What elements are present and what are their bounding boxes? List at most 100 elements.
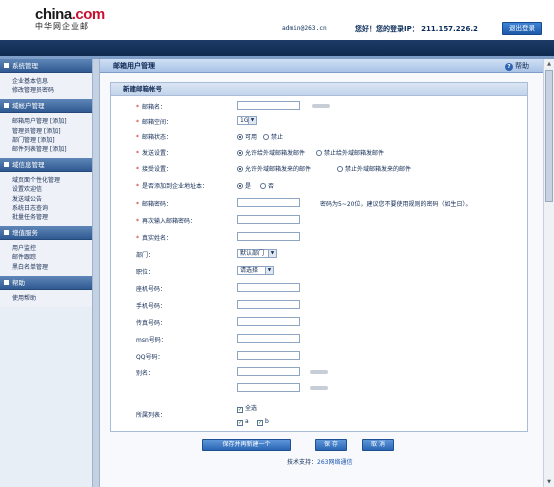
cancel-button[interactable]: 取 消	[362, 439, 394, 451]
fax-input[interactable]	[237, 317, 300, 326]
position-select[interactable]: 请选择 ▼	[237, 266, 274, 275]
row-fax: 传真号码：	[111, 316, 527, 328]
domain-suffix-redacted	[312, 104, 330, 108]
addressbook-yes-radio[interactable]: 是	[237, 181, 251, 190]
list-a-checkbox[interactable]: ✓ a	[237, 418, 249, 426]
row-send-setting: * 发送设置： 允许给外域邮箱发邮件 禁止给外域邮箱发邮件	[136, 148, 385, 157]
logo-subtitle: 中华网企业邮	[35, 22, 89, 31]
top-header: china.com 中华网企业邮 admin@263.cn 您好！您的登录IP：…	[0, 0, 554, 40]
sidebar-item-batch-tasks[interactable]: 批量任务管理	[12, 213, 92, 222]
sidebar-section-header[interactable]: 帮助	[0, 275, 92, 290]
password-confirm-input[interactable]	[237, 215, 300, 224]
select-all-checkbox[interactable]: ✓ 全选	[237, 403, 257, 413]
china-com-logo[interactable]: china.com 中华网企业邮	[35, 7, 105, 32]
qq-input[interactable]	[237, 351, 300, 360]
receive-deny-radio[interactable]: 禁止外域邮箱发来的邮件	[337, 164, 411, 173]
sidebar-section-header[interactable]: 增值服务	[0, 226, 92, 241]
square-icon	[4, 162, 9, 168]
sidebar-section-header[interactable]: 域信息管理	[0, 158, 92, 173]
password-input[interactable]	[237, 198, 300, 207]
sidebar-item-mail-lists[interactable]: 邮件列表管理 [添加]	[12, 145, 92, 154]
department-select[interactable]: 默认部门 ▼	[237, 249, 277, 258]
row-mailbox-status: * 邮箱状态： 可用 禁止	[136, 132, 284, 141]
sidebar-item-mail-tracking[interactable]: 邮件跟踪	[12, 253, 92, 262]
login-ip-greeting: 您好！您的登录IP： 211.157.226.2	[355, 25, 478, 33]
header-band	[0, 40, 554, 56]
logout-button[interactable]: 退出登录	[502, 22, 542, 35]
sidebar: 系统管理 企业基本信息 修改管理员密码 域帐户管理 邮箱用户管理 [添加] 管理…	[0, 59, 92, 487]
sidebar-item-domain-notice[interactable]: 发送域公告	[12, 195, 92, 204]
list-b-checkbox[interactable]: ✓ b	[257, 418, 269, 426]
radio-icon	[316, 150, 322, 156]
sidebar-section-domain-info: 域信息管理 域页面个性化管理 设置欢迎信 发送域公告 系统日志查询 批量任务管理	[0, 158, 92, 227]
sidebar-item-black-white-list[interactable]: 黑白名单管理	[12, 263, 92, 272]
status-enabled-radio[interactable]: 可用	[237, 132, 257, 141]
radio-icon	[337, 166, 343, 172]
mailbox-name-input[interactable]	[237, 101, 300, 110]
row-mailbox-name: * 邮箱名：	[111, 100, 527, 112]
msn-input[interactable]	[237, 334, 300, 343]
sidebar-item-change-admin-password[interactable]: 修改管理员密码	[12, 86, 92, 95]
new-mailbox-form: 新建邮箱帐号 * 邮箱名： * 邮箱空间： 1G ▼ * 邮箱状态： 可用 禁止 * 发送…	[110, 82, 528, 432]
sidebar-section-value-added: 增值服务 用户监控 邮件跟踪 黑白名单管理	[0, 226, 92, 276]
sidebar-section-header[interactable]: 系统管理	[0, 59, 92, 73]
sidebar-item-departments[interactable]: 部门管理 [添加]	[12, 136, 92, 145]
scroll-up-icon[interactable]: ▲	[545, 60, 553, 68]
mobile-input[interactable]	[237, 300, 300, 309]
row-password: * 邮箱密码： 密码为5~20位，建议您不要使用规则的密码（如生日）。	[111, 197, 527, 209]
alias-input-2[interactable]	[237, 383, 300, 392]
form-title: 新建邮箱帐号	[111, 83, 527, 96]
row-department: 部门： 默认部门 ▼	[111, 248, 527, 260]
sidebar-section-accounts: 域帐户管理 邮箱用户管理 [添加] 管理员管理 [添加] 部门管理 [添加] 邮…	[0, 99, 92, 159]
row-receive-setting: * 接受设置： 允许外域邮箱发来的邮件 禁止外域邮箱发来的邮件	[136, 164, 412, 173]
checkmark-icon: ✓	[257, 420, 263, 426]
row-addressbook: * 是否添加到企业地址本： 是 否	[136, 181, 275, 190]
row-position: 职位： 请选择 ▼	[111, 265, 527, 277]
sidebar-item-mailbox-users[interactable]: 邮箱用户管理 [添加]	[12, 117, 92, 126]
alias-input-1[interactable]	[237, 367, 300, 376]
page-title: 邮箱用户管理	[113, 62, 155, 70]
sidebar-item-help[interactable]: 使用帮助	[12, 294, 92, 303]
checkmark-icon: ✓	[237, 407, 243, 413]
help-link[interactable]: ? 帮助	[505, 59, 529, 73]
row-mailbox-space: * 邮箱空间： 1G ▼	[111, 115, 527, 127]
row-real-name: * 真实姓名：	[111, 231, 527, 243]
radio-icon	[260, 183, 266, 189]
form-buttons: 保存并再新建一个 保 存 取 消	[202, 439, 542, 451]
row-mobile: 手机号码：	[111, 299, 527, 311]
square-icon	[4, 279, 9, 285]
radio-icon	[263, 134, 269, 140]
sidebar-item-page-customization[interactable]: 域页面个性化管理	[12, 176, 92, 185]
receive-allow-radio[interactable]: 允许外域邮箱发来的邮件	[237, 164, 311, 173]
addressbook-no-radio[interactable]: 否	[260, 181, 274, 190]
sidebar-section-system: 系统管理 企业基本信息 修改管理员密码	[0, 59, 92, 100]
user-email: admin@263.cn	[282, 25, 327, 32]
status-disabled-radio[interactable]: 禁止	[263, 132, 283, 141]
sidebar-splitter[interactable]	[92, 59, 100, 487]
save-and-new-button[interactable]: 保存并再新建一个	[202, 439, 291, 451]
sidebar-item-system-log[interactable]: 系统日志查询	[12, 204, 92, 213]
square-icon	[4, 63, 9, 68]
alias-domain-redacted	[310, 370, 328, 374]
sidebar-item-welcome-letter[interactable]: 设置欢迎信	[12, 185, 92, 194]
sidebar-item-user-monitor[interactable]: 用户监控	[12, 244, 92, 253]
support-link[interactable]: 263网络通信	[317, 459, 352, 466]
help-icon: ?	[505, 63, 513, 71]
save-button[interactable]: 保 存	[315, 439, 347, 451]
send-allow-radio[interactable]: 允许给外域邮箱发邮件	[237, 148, 305, 157]
scroll-thumb[interactable]	[545, 70, 553, 202]
radio-selected-icon	[237, 183, 243, 189]
phone-input[interactable]	[237, 283, 300, 292]
mailbox-space-select[interactable]: 1G ▼	[237, 116, 257, 125]
real-name-input[interactable]	[237, 232, 300, 241]
sidebar-section-header[interactable]: 域帐户管理	[0, 99, 92, 114]
vertical-scrollbar[interactable]: ▲ ▼	[543, 59, 554, 487]
chevron-down-icon: ▼	[265, 267, 273, 274]
sidebar-item-company-info[interactable]: 企业基本信息	[12, 77, 92, 86]
square-icon	[4, 230, 9, 236]
row-alias: 别名：	[111, 366, 527, 406]
scroll-down-icon[interactable]: ▼	[545, 478, 553, 486]
sidebar-item-admins[interactable]: 管理员管理 [添加]	[12, 127, 92, 136]
checkmark-icon: ✓	[237, 420, 243, 426]
send-deny-radio[interactable]: 禁止给外域邮箱发邮件	[316, 148, 384, 157]
